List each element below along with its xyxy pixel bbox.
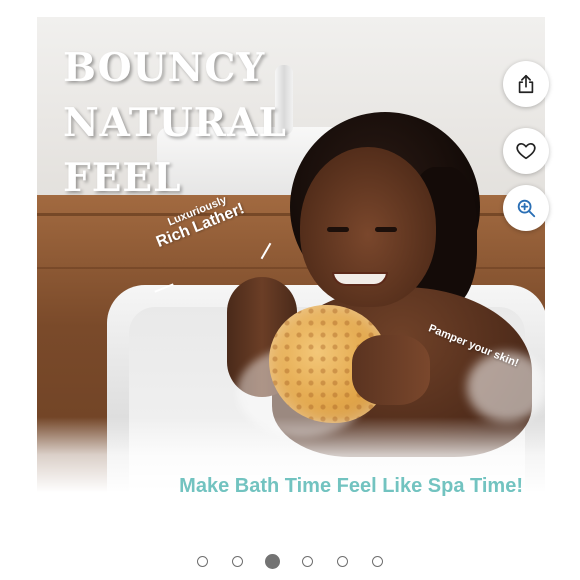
headline-line: NATURAL — [63, 100, 287, 146]
carousel-dot[interactable] — [337, 555, 348, 567]
product-image[interactable]: BOUNCY NATURAL FEEL Luxuriously Rich Lat… — [37, 17, 545, 525]
carousel-dot[interactable] — [302, 555, 313, 567]
carousel-dot[interactable] — [372, 555, 383, 567]
carousel-dot[interactable] — [197, 555, 208, 567]
zoom-in-icon — [515, 197, 537, 219]
tagline: Make Bath Time Feel Like Spa Time! — [179, 475, 523, 497]
headline-line: FEEL — [63, 155, 182, 201]
eye — [327, 227, 349, 232]
carousel-dot[interactable] — [232, 555, 243, 567]
share-button[interactable] — [503, 61, 549, 107]
heart-icon — [515, 140, 537, 162]
share-icon — [515, 73, 537, 95]
eye — [375, 227, 397, 232]
carousel-dot-active[interactable] — [265, 553, 280, 569]
zoom-button[interactable] — [503, 185, 549, 231]
bath-foam — [37, 417, 545, 525]
product-gallery: BOUNCY NATURAL FEEL Luxuriously Rich Lat… — [0, 0, 580, 580]
headline-line: BOUNCY — [63, 45, 266, 91]
headline: BOUNCY NATURAL FEEL — [63, 41, 287, 206]
favorite-button[interactable] — [503, 128, 549, 174]
carousel-pagination — [0, 551, 580, 571]
smile — [332, 272, 388, 286]
woman-hand — [352, 335, 430, 405]
